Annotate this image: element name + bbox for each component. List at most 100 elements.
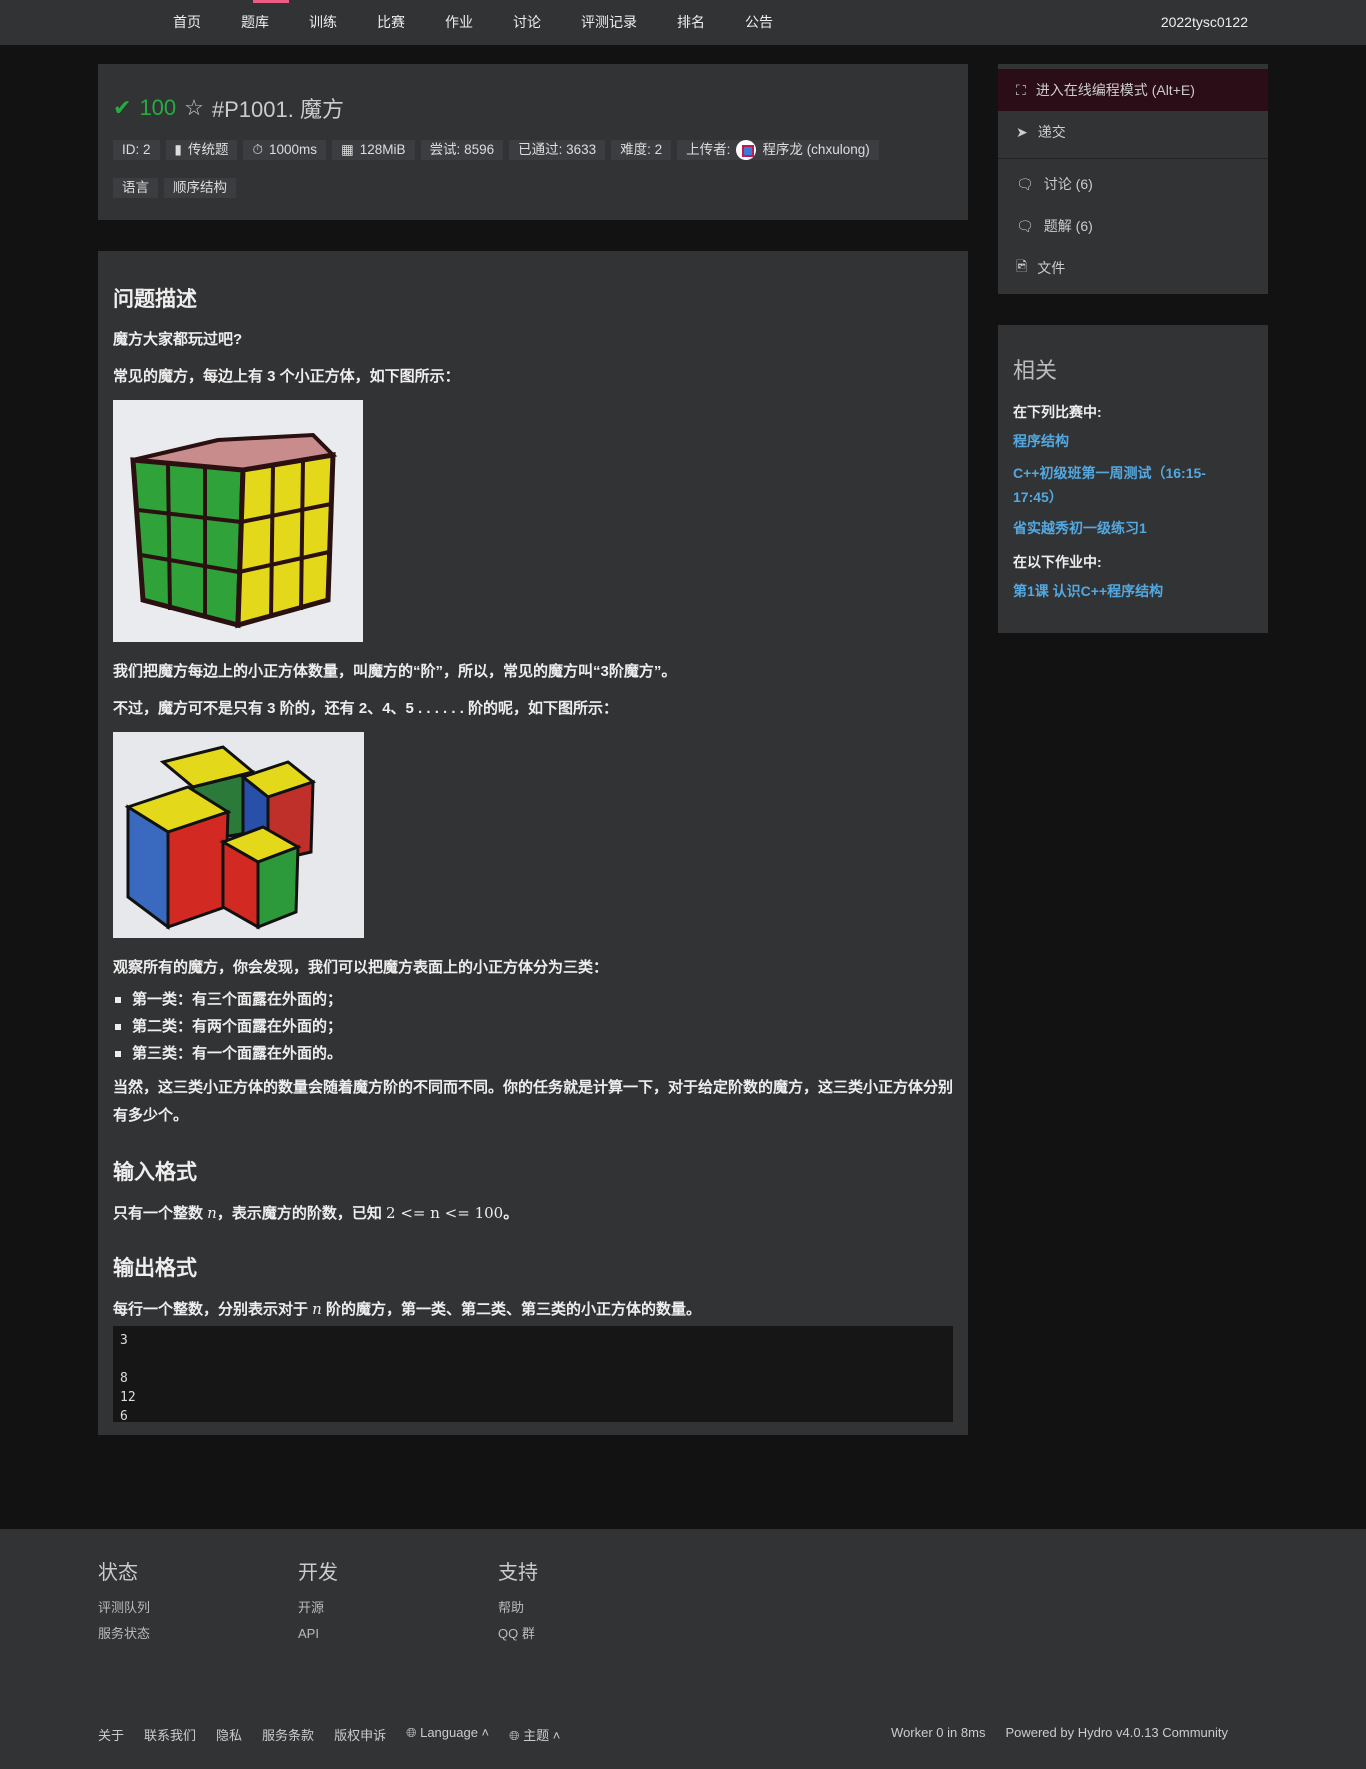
submit-button[interactable]: ➤ 递交 [998, 111, 1268, 153]
top-nav: 首页 题库 训练 比赛 作业 讨论 评测记录 排名 公告 2022tysc012… [0, 0, 1366, 45]
text: 只有一个整数 [113, 1205, 208, 1222]
contests-label: 在下列比赛中: [1013, 404, 1102, 420]
language-dropdown[interactable]: 🌐︎ Language ˄ [406, 1725, 489, 1744]
footer-col-support: 支持帮助 QQ 群 [498, 1556, 538, 1647]
input-description: 只有一个整数 n，表示魔方的阶数，已知 2 <= n <= 100。 [113, 1199, 953, 1228]
discuss-link[interactable]: 🗨 讨论 (6) [998, 163, 1268, 205]
footer-col-dev: 开发 开源 API [298, 1556, 338, 1647]
contact-link[interactable]: 联系我们 [144, 1725, 196, 1744]
text: 。 [503, 1205, 519, 1222]
copyright-link[interactable]: 版权申诉 [334, 1725, 386, 1744]
discuss-label: 讨论 (6) [1043, 176, 1093, 192]
footer-col-status: 状态评测队列 服务状态 [98, 1556, 150, 1647]
text: ，表示魔方的阶数，已知 [216, 1205, 387, 1222]
section-heading: 输出格式 [113, 1257, 197, 1280]
nav-discuss[interactable]: 讨论 [510, 0, 544, 45]
footer-link[interactable]: API [298, 1621, 338, 1647]
badge-difficulty: 难度: 2 [611, 140, 672, 160]
theme-dropdown[interactable]: 🌐︎ 主题 ˄ [509, 1725, 560, 1744]
language-label: Language [420, 1725, 478, 1740]
tag[interactable]: 语言 [113, 178, 158, 198]
cubes-various-image [113, 732, 364, 938]
nav-homework[interactable]: 作业 [442, 0, 476, 45]
list-item: 第三类：有一个面露在外面的。 [113, 1040, 953, 1068]
check-icon: ✔ [113, 95, 132, 120]
paragraph: 当然，这三类小正方体的数量会随着魔方阶的不同而不同。你的任务就是计算一下，对于给… [113, 1079, 954, 1124]
nav-problems[interactable]: 题库 [238, 0, 272, 45]
nav-training[interactable]: 训练 [306, 0, 340, 45]
homework-label: 在以下作业中: [1013, 554, 1102, 570]
section-heading: 问题描述 [113, 288, 197, 311]
text: 每行一个整数，分别表示对于 [113, 1301, 313, 1318]
comment-icon: 🗨 [1016, 217, 1034, 234]
privacy-link[interactable]: 隐私 [216, 1725, 242, 1744]
avatar[interactable] [736, 140, 757, 160]
output-description: 每行一个整数，分别表示对于 n 阶的魔方，第一类、第二类、第三类的小正方体的数量… [113, 1295, 953, 1324]
score[interactable]: 100 [139, 95, 176, 121]
powered-by[interactable]: Powered by Hydro v4.0.13 Community [1005, 1725, 1228, 1740]
math-expression: 2 <= n <= 100 [386, 1204, 504, 1222]
sample-code-block[interactable]: 3 8 12 6 [113, 1326, 953, 1424]
time-label: 1000ms [268, 142, 318, 157]
nav-announcements[interactable]: 公告 [742, 0, 776, 45]
badge-uploader: 上传者: 程序龙 (chxulong) [677, 140, 879, 160]
footer-heading: 支持 [498, 1562, 538, 1584]
paragraph: 魔方大家都玩过吧? [113, 331, 243, 348]
send-icon: ➤ [1016, 123, 1028, 140]
solution-label: 题解 (6) [1043, 218, 1093, 234]
about-link[interactable]: 关于 [98, 1725, 124, 1744]
footer-links: 关于 联系我们 隐私 服务条款 版权申诉 🌐︎ Language ˄ 🌐︎ 主题… [98, 1725, 560, 1744]
problem-header: ✔ 100 ☆ #P1001. 魔方 ID: 2 ▮ 传统题 ⏱ 1000ms ▦ 1… [98, 64, 968, 220]
uploader-link[interactable]: 程序龙 (chxulong) [762, 140, 869, 160]
nav-ranking[interactable]: 排名 [674, 0, 708, 45]
homework-link[interactable]: 第1课 认识C++程序结构 [1013, 579, 1233, 603]
files-link[interactable]: 🖻 文件 [998, 247, 1268, 289]
divider [998, 158, 1268, 159]
book-icon: ▮ [174, 142, 182, 157]
badge-accepted: 已通过: 3633 [509, 140, 606, 160]
contest-link[interactable]: C++初级班第一周测试（16:15-17:45） [1013, 461, 1233, 509]
ide-mode-button[interactable]: ⛶ 进入在线编程模式 (Alt+E) [998, 69, 1268, 111]
contest-link[interactable]: 省实越秀初一级练习1 [1013, 516, 1233, 540]
problem-title: #P1001. 魔方 [211, 97, 344, 122]
paragraph: 我们把魔方每边上的小正方体数量，叫魔方的“阶”，所以，常见的魔方叫“3阶魔方”。 [113, 663, 677, 680]
footer-link[interactable]: 帮助 [498, 1595, 538, 1621]
globe-icon: 🌐︎ [406, 1725, 421, 1740]
footer-link[interactable]: QQ 群 [498, 1621, 538, 1647]
comment-icon: 🗨 [1016, 175, 1034, 192]
ide-label: 进入在线编程模式 (Alt+E) [1035, 82, 1195, 98]
badge-id: ID: 2 [113, 140, 160, 160]
star-icon[interactable]: ☆ [184, 95, 204, 121]
nav-home[interactable]: 首页 [170, 0, 204, 45]
badge-time: ⏱ 1000ms [243, 140, 327, 160]
footer-link[interactable]: 开源 [298, 1595, 338, 1621]
badge-tried: 尝试: 8596 [420, 140, 504, 160]
tag[interactable]: 顺序结构 [164, 178, 236, 198]
uploader-label: 上传者: [686, 142, 731, 157]
theme-label: 主题 [523, 1728, 550, 1743]
user-menu[interactable]: 2022tysc0122 [1161, 0, 1248, 44]
stopwatch-icon: ⏱ [252, 142, 263, 157]
footer-link[interactable]: 评测队列 [98, 1595, 150, 1621]
footer-link[interactable]: 服务状态 [98, 1621, 150, 1647]
nav-contests[interactable]: 比赛 [374, 0, 408, 45]
related-panel: 相关 在下列比赛中: 程序结构 C++初级班第一周测试（16:15-17:45）… [998, 325, 1268, 633]
nav-records[interactable]: 评测记录 [578, 0, 640, 45]
memory-label: 128MiB [359, 142, 406, 157]
footer-heading: 状态 [98, 1562, 138, 1584]
list-item: 第一类：有三个面露在外面的； [113, 986, 953, 1014]
contest-link[interactable]: 程序结构 [1013, 429, 1233, 453]
worker-info: Worker 0 in 8ms [891, 1725, 986, 1740]
paragraph: 观察所有的魔方，你会发现，我们可以把魔方表面上的小正方体分为三类： [113, 959, 609, 976]
paragraph: 不过，魔方可不是只有 3 阶的，还有 2、4、5 . . . . . . 阶的呢… [113, 700, 619, 717]
files-label: 文件 [1037, 260, 1066, 276]
problem-meta: ID: 2 ▮ 传统题 ⏱ 1000ms ▦ 128MiB 尝试: 8596 已通过:… [113, 140, 953, 198]
section-heading: 输入格式 [113, 1161, 197, 1184]
image-file-icon: 🖻 [1016, 258, 1028, 274]
footer: 状态评测队列 服务状态 开发 开源 API 支持帮助 QQ 群 关于 联系我们 隐私 服… [0, 1529, 1366, 1769]
terms-link[interactable]: 服务条款 [262, 1725, 314, 1744]
solution-link[interactable]: 🗨 题解 (6) [998, 205, 1268, 247]
action-sidebar: ⛶ 进入在线编程模式 (Alt+E) ➤ 递交 🗨 讨论 (6) 🗨 题解 (6) 🖻 文… [998, 64, 1268, 294]
page-title: ✔ 100 ☆ #P1001. 魔方 [113, 92, 344, 124]
memory-icon: ▦ [341, 142, 354, 157]
